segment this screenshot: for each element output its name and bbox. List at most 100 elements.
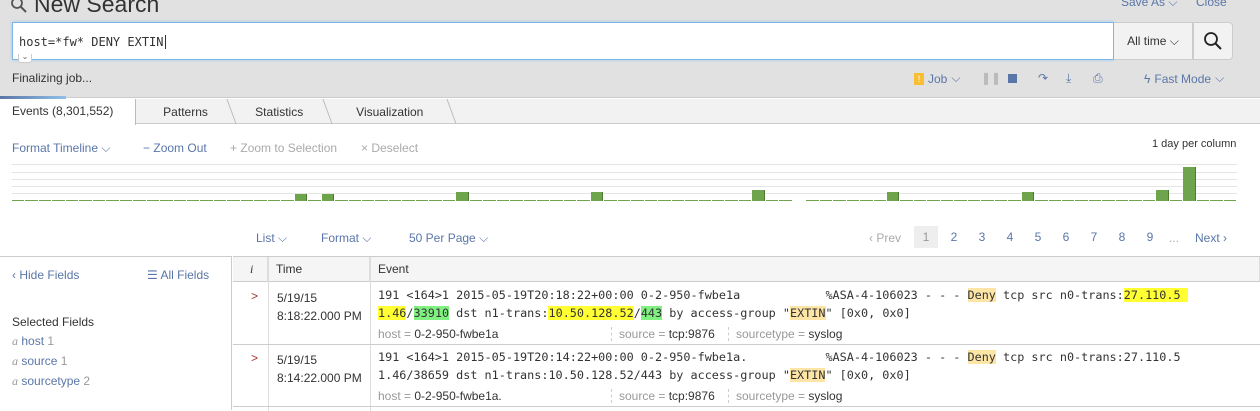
timeline-bar[interactable] <box>1196 199 1210 201</box>
page-9-button[interactable]: 9 <box>1138 226 1162 248</box>
timeline-bar[interactable] <box>537 199 550 201</box>
timeline-bar[interactable] <box>496 199 510 201</box>
time-range-picker[interactable]: All time ⌵ <box>1114 22 1193 60</box>
zoom-to-selection-button[interactable]: + Zoom to Selection <box>230 141 337 155</box>
zoom-out-button[interactable]: − Zoom Out <box>143 141 207 155</box>
timeline-bar[interactable] <box>267 199 281 201</box>
share-icon[interactable]: ↷ <box>1038 71 1048 85</box>
timeline-bar[interactable] <box>146 199 160 201</box>
timeline-bar[interactable] <box>1075 199 1088 201</box>
timeline-bar[interactable] <box>133 199 146 201</box>
field-source[interactable]: source = tcp:9876 <box>619 327 715 341</box>
timeline-bar[interactable] <box>402 199 415 201</box>
all-fields-button[interactable]: ☰ All Fields <box>147 268 209 282</box>
timeline-bar[interactable] <box>119 199 133 201</box>
timeline-bar[interactable] <box>1115 199 1129 201</box>
timeline-bar[interactable] <box>833 199 846 201</box>
timeline-bar[interactable] <box>1129 199 1142 201</box>
expand-row-chevron-icon[interactable]: > <box>251 351 258 365</box>
timeline-bar[interactable] <box>752 190 765 201</box>
timeline-bar[interactable] <box>375 199 388 201</box>
timeline-bar[interactable] <box>563 199 577 201</box>
stop-icon[interactable] <box>1008 74 1017 83</box>
timeline-bar[interactable] <box>469 199 483 201</box>
page-4-button[interactable]: 4 <box>998 226 1022 248</box>
timeline-bar[interactable] <box>1048 199 1061 201</box>
timeline-bar[interactable] <box>765 199 779 201</box>
page-2-button[interactable]: 2 <box>942 226 966 248</box>
expand-search-chevron-icon[interactable]: ⌄ <box>18 53 32 63</box>
next-page-button[interactable]: Next › <box>1195 231 1227 245</box>
timeline-bar[interactable] <box>981 199 994 201</box>
timeline-bar[interactable] <box>160 199 173 201</box>
timeline-bar[interactable] <box>887 191 900 201</box>
timeline-bar[interactable] <box>510 199 523 201</box>
timeline-bar[interactable] <box>106 199 119 201</box>
expand-row-chevron-icon[interactable]: > <box>251 289 258 303</box>
timeline-bar[interactable] <box>1223 199 1236 201</box>
timeline-bar[interactable] <box>1169 199 1183 201</box>
timeline-bar[interactable] <box>940 199 954 201</box>
per-page-menu[interactable]: 50 Per Page ⌵ <box>409 231 488 246</box>
field-host[interactable]: host = 0-2-950-fwbe1a. <box>378 389 502 403</box>
event-time[interactable]: 5/19/15 8:14:22.000 PM <box>277 351 362 387</box>
export-icon[interactable]: ⤓ <box>1066 71 1071 86</box>
timeline-bar[interactable] <box>819 199 833 201</box>
timeline-bar[interactable] <box>335 199 348 201</box>
prev-page-button[interactable]: ‹ Prev <box>869 231 901 245</box>
timeline-chart[interactable] <box>12 164 1237 201</box>
save-as-button[interactable]: Save As ⌵ <box>1121 0 1177 10</box>
timeline-bar[interactable] <box>698 199 711 201</box>
format-menu[interactable]: Format ⌵ <box>321 231 371 246</box>
search-input[interactable]: host=*fw* DENY EXTIN <box>12 22 1114 60</box>
timeline-bar[interactable] <box>1156 190 1169 201</box>
timeline-bar[interactable] <box>12 199 25 201</box>
timeline-bar[interactable] <box>1062 199 1075 201</box>
field-host[interactable]: host = 0-2-950-fwbe1a <box>378 327 498 341</box>
timeline-bar[interactable] <box>1088 199 1102 201</box>
timeline-bar[interactable] <box>1183 167 1196 201</box>
timeline-bar[interactable] <box>240 199 254 201</box>
format-timeline-menu[interactable]: Format Timeline ⌵ <box>12 141 110 156</box>
hide-fields-button[interactable]: ‹ Hide Fields <box>12 268 79 282</box>
timeline-bar[interactable] <box>1102 199 1115 201</box>
timeline-bar[interactable] <box>631 199 644 201</box>
tab-statistics[interactable]: Statistics <box>227 99 333 124</box>
timeline-bar[interactable] <box>1021 191 1035 201</box>
timeline-bar[interactable] <box>187 199 200 201</box>
timeline-bar[interactable] <box>846 199 860 201</box>
timeline-bar[interactable] <box>92 199 106 201</box>
timeline-bar[interactable] <box>281 199 294 201</box>
field-host[interactable]: a host 1 <box>12 334 54 349</box>
timeline-bar[interactable] <box>900 199 913 201</box>
pause-icon[interactable]: ❚❚ <box>981 71 1001 85</box>
page-7-button[interactable]: 7 <box>1082 226 1106 248</box>
timeline-bar[interactable] <box>967 199 981 201</box>
timeline-bar[interactable] <box>860 199 873 201</box>
timeline-bar[interactable] <box>79 199 92 201</box>
timeline-bar[interactable] <box>308 199 321 201</box>
timeline-bar[interactable] <box>200 199 213 201</box>
page-1-button[interactable]: 1 <box>914 226 938 248</box>
timeline-bar[interactable] <box>725 199 738 201</box>
search-button[interactable] <box>1193 22 1233 60</box>
timeline-bar[interactable] <box>577 199 590 201</box>
timeline-bar[interactable] <box>227 199 240 201</box>
field-source[interactable]: source = tcp:9876 <box>619 389 715 403</box>
timeline-bar[interactable] <box>550 199 563 201</box>
page-6-button[interactable]: 6 <box>1054 226 1078 248</box>
timeline-bar[interactable] <box>806 199 819 201</box>
page-8-button[interactable]: 8 <box>1110 226 1134 248</box>
timeline-bar[interactable] <box>873 199 886 201</box>
timeline-bar[interactable] <box>294 193 308 201</box>
timeline-bar[interactable] <box>173 199 186 201</box>
timeline-bar[interactable] <box>671 199 685 201</box>
field-source[interactable]: a source 1 <box>12 354 67 369</box>
timeline-bar[interactable] <box>927 199 940 201</box>
timeline-bar[interactable] <box>1008 199 1021 201</box>
timeline-bar[interactable] <box>1210 199 1223 201</box>
timeline-bar[interactable] <box>456 191 469 201</box>
list-view-menu[interactable]: List ⌵ <box>256 231 287 246</box>
job-menu[interactable]: ! Job ⌵ <box>914 71 960 86</box>
timeline-bar[interactable] <box>25 199 38 201</box>
